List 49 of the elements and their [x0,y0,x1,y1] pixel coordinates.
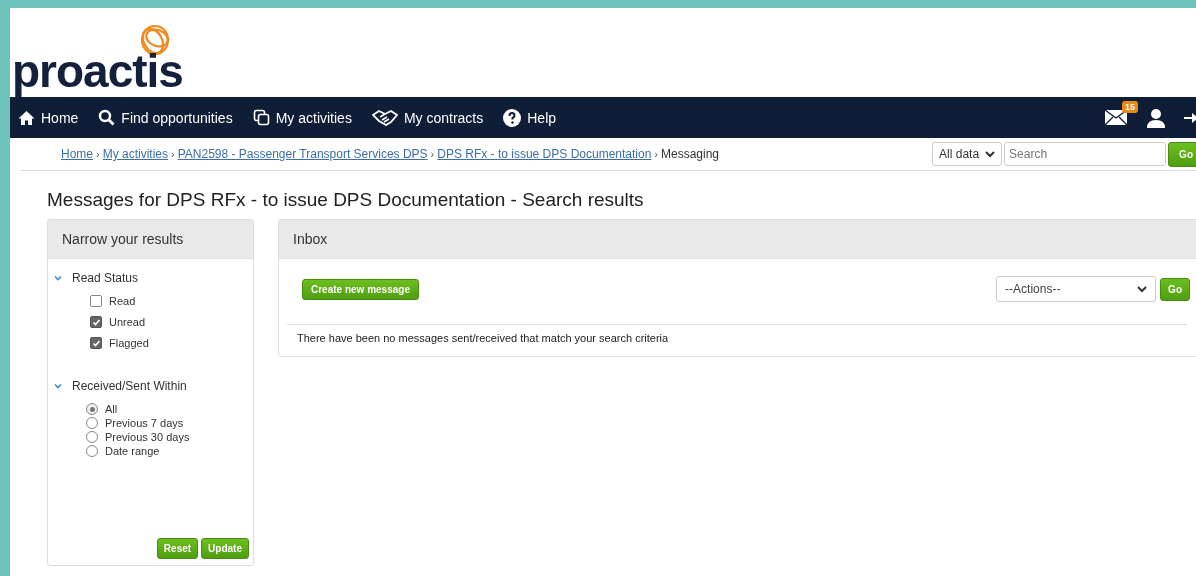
option-label: Flagged [109,337,149,349]
option-label: All [105,403,118,415]
breadcrumb-separator: › [96,148,100,160]
checkbox[interactable] [90,337,102,349]
radio-button[interactable] [86,403,98,415]
home-icon [18,109,35,126]
caret-icon[interactable] [54,383,62,389]
breadcrumb-link[interactable]: Home [61,147,93,161]
radio-button[interactable] [86,431,98,443]
scope-dropdown[interactable]: All data [932,142,1003,166]
breadcrumb-current: Messaging [661,147,720,161]
caret-icon[interactable] [54,275,62,281]
user-icon[interactable] [1146,107,1166,128]
option-label: Read [109,295,136,307]
filter-group-title: Read Status [72,271,139,285]
handshake-icon [371,109,398,126]
mail-icon[interactable] [1104,109,1128,126]
checkbox[interactable] [90,295,102,307]
checkbox[interactable] [90,316,102,328]
actions-dropdown[interactable]: --Actions-- [996,276,1157,302]
nav-link[interactable]: Help [503,108,557,127]
breadcrumb-separator: › [430,148,435,160]
panel-title: Narrow your results [62,231,184,247]
radio-button[interactable] [86,445,98,457]
search-field[interactable]: Search [1004,142,1167,166]
chevron-down-icon [1137,285,1148,293]
nav-link[interactable]: Home [18,109,79,126]
breadcrumb-separator: › [171,148,175,160]
panel-title: Inbox [293,231,328,247]
breadcrumb-link[interactable]: PAN2598 - Passenger Transport Services DPS [177,147,428,161]
option-label: Date range [105,445,160,457]
nav-link[interactable]: My contracts [371,109,484,126]
chevron-down-icon [985,150,996,158]
option-label: Previous 30 days [105,431,190,443]
search-icon [98,109,116,126]
nav-link[interactable]: My activities [252,109,352,126]
breadcrumb-link[interactable]: DPS RFx - to issue DPS Documentation [437,147,652,161]
filter-group-title: Received/Sent Within [72,379,187,393]
breadcrumb-separator: › [654,148,658,160]
breadcrumb-link[interactable]: My activities [102,147,169,161]
option-label: Previous 7 days [105,417,184,429]
page-heading: Messages for DPS RFx - to issue DPS Documentation - Search results [47,189,645,211]
copy-icon [252,109,270,126]
empty-message: There have been no messages sent/received that match your search criteria [287,324,1187,344]
option-label: Unread [109,316,146,328]
nav-link[interactable]: Find opportunities [98,109,233,126]
radio-button[interactable] [86,417,98,429]
help-icon [503,108,522,127]
unread-count-badge: 15 [1122,101,1138,113]
